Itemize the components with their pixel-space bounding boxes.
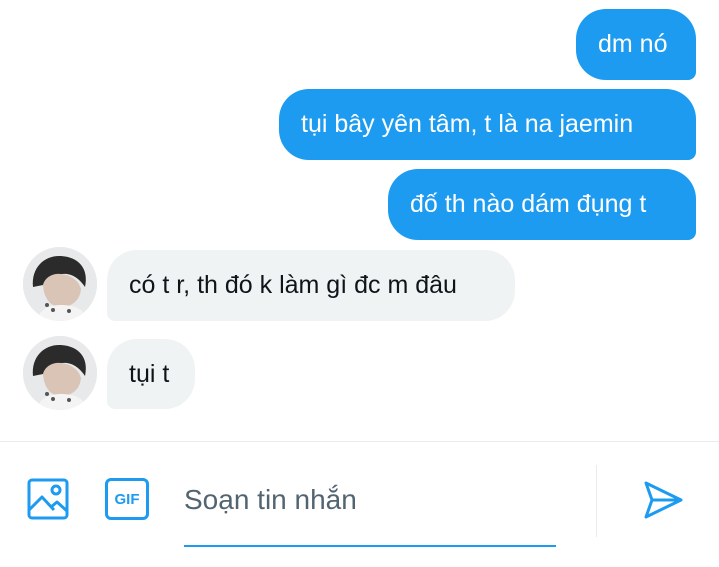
received-message-bubble[interactable]: có t r, th đó k làm gì đc m đâu <box>107 250 515 321</box>
image-icon[interactable] <box>26 477 70 521</box>
send-icon[interactable] <box>641 478 685 522</box>
message-text: đố th nào dám đụng t <box>410 190 647 218</box>
received-message-bubble[interactable]: tụi t <box>107 339 195 409</box>
avatar-photo <box>23 336 97 410</box>
message-text: có t r, th đó k làm gì đc m đâu <box>129 271 457 299</box>
sent-message-bubble[interactable]: đố th nào dám đụng t <box>388 169 696 240</box>
composer-separator <box>596 465 597 537</box>
avatar[interactable] <box>23 247 97 321</box>
message-text: tụi t <box>129 359 170 388</box>
message-text: dm nó <box>598 30 668 58</box>
gif-label: GIF <box>114 490 140 508</box>
sent-message-bubble[interactable]: tụi bây yên tâm, t là na jaemin <box>279 89 696 160</box>
message-input[interactable] <box>184 478 556 522</box>
message-text: tụi bây yên tâm, t là na jaemin <box>301 110 634 138</box>
dm-conversation-screen: dm nó tụi bây yên tâm, t là na jaemin đố… <box>0 0 719 567</box>
gif-icon[interactable]: GIF <box>105 478 149 520</box>
composer-divider <box>0 441 719 442</box>
avatar[interactable] <box>23 336 97 410</box>
sent-message-bubble[interactable]: dm nó <box>576 9 696 80</box>
avatar-photo <box>23 247 97 321</box>
input-underline <box>184 545 556 547</box>
